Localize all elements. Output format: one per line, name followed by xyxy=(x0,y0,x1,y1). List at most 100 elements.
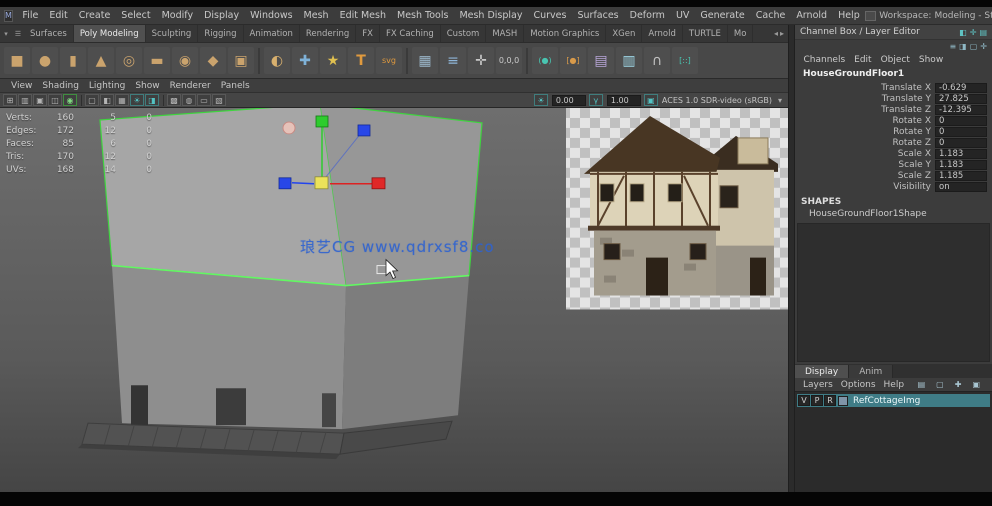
make-live-icon[interactable]: ◉ xyxy=(63,94,77,106)
poly-cone-icon[interactable]: ▲ xyxy=(88,47,114,74)
snap-point-icon[interactable]: ▣ xyxy=(33,94,47,106)
menu-edit[interactable]: Edit xyxy=(44,10,73,21)
menu-edit-mesh[interactable]: Edit Mesh xyxy=(334,10,391,21)
menu-surfaces[interactable]: Surfaces xyxy=(572,10,624,21)
toolbar-caret-icon[interactable]: ▾ xyxy=(775,96,785,105)
poly-cube-icon[interactable]: ■ xyxy=(4,47,30,74)
building-model-lower[interactable] xyxy=(78,266,469,459)
menu-deform[interactable]: Deform xyxy=(624,10,670,21)
layer-display-type-toggle[interactable]: R xyxy=(824,395,836,406)
sphere-project-icon[interactable]: ◐ xyxy=(264,47,290,74)
shape-node-name[interactable]: HouseGroundFloor1Shape xyxy=(795,208,992,221)
menu-file[interactable]: File xyxy=(17,10,44,21)
attr-value-field[interactable]: -0.629 xyxy=(935,83,987,93)
panel-menu-lighting[interactable]: Lighting xyxy=(84,81,130,91)
edit-menu[interactable]: Edit xyxy=(850,55,876,65)
panel-menu-shading[interactable]: Shading xyxy=(37,81,84,91)
poly-plane-icon[interactable]: ▬ xyxy=(144,47,170,74)
shelf-tab-animation[interactable]: Animation xyxy=(244,25,300,42)
panel-menu-view[interactable]: View xyxy=(6,81,37,91)
shelf-tab-sculpting[interactable]: Sculpting xyxy=(146,25,199,42)
channelbox-list-icon[interactable]: ▤ xyxy=(979,28,987,37)
layer-color-swatch[interactable] xyxy=(838,396,848,406)
snap-curve-icon[interactable]: ▥ xyxy=(18,94,32,106)
shelf-menu-caret-icon[interactable]: ▾ xyxy=(0,25,12,42)
menu-arnold[interactable]: Arnold xyxy=(791,10,833,21)
layer-visibility-toggle[interactable]: V xyxy=(798,395,810,406)
channels-menu[interactable]: Channels xyxy=(799,55,850,65)
textured-icon[interactable]: ▦ xyxy=(115,94,129,106)
xray-icon[interactable]: ◍ xyxy=(182,94,196,106)
menu-mesh-tools[interactable]: Mesh Tools xyxy=(392,10,454,21)
tab-display[interactable]: Display xyxy=(795,365,849,378)
attr-value-field[interactable]: -12.395 xyxy=(935,105,987,115)
gamma-icon[interactable]: γ xyxy=(589,94,603,106)
attr-value-field[interactable]: 0 xyxy=(935,138,987,148)
shelf-tab-turtle[interactable]: TURTLE xyxy=(683,25,728,42)
shelf-tab-mo[interactable]: Mo xyxy=(728,25,754,42)
view-transform-label[interactable]: ACES 1.0 SDR-video (sRGB) xyxy=(662,96,772,105)
shelf-tab-xgen[interactable]: XGen xyxy=(606,25,642,42)
wireframe-icon[interactable]: ▢ xyxy=(85,94,99,106)
shelf-tab-motion-graphics[interactable]: Motion Graphics xyxy=(524,25,606,42)
object-menu[interactable]: Object xyxy=(876,55,914,65)
attr-value-field[interactable]: 1.185 xyxy=(935,171,987,181)
new-layer-from-selected-icon[interactable]: ▣ xyxy=(968,380,984,389)
shelf-menu-icon[interactable]: ☰ xyxy=(12,25,24,42)
attr-value-field[interactable]: 1.183 xyxy=(935,160,987,170)
selected-object-name[interactable]: HouseGroundFloor1 xyxy=(795,67,992,81)
poly-cylinder-icon[interactable]: ▮ xyxy=(60,47,86,74)
menu-create[interactable]: Create xyxy=(73,10,116,21)
align-objects-icon[interactable]: ≡ xyxy=(440,47,466,74)
speed-state-icon[interactable]: ≡ xyxy=(949,42,956,51)
manip-icon[interactable]: ✛ xyxy=(980,42,987,51)
layers-menu[interactable]: Layers xyxy=(799,380,837,390)
snap-grid-icon[interactable]: ⊞ xyxy=(3,94,17,106)
menu-mesh[interactable]: Mesh xyxy=(298,10,334,21)
component-brackets-icon[interactable]: [::] xyxy=(672,47,698,74)
lattice-icon[interactable]: ▤ xyxy=(588,47,614,74)
panel-menu-renderer[interactable]: Renderer xyxy=(165,81,216,91)
shadows-icon[interactable]: ◨ xyxy=(145,94,159,106)
measure-icon[interactable]: 0,0,0 xyxy=(496,47,522,74)
attr-value-field[interactable]: 0 xyxy=(935,116,987,126)
view-transform-icon[interactable]: ▣ xyxy=(644,94,658,106)
lighting-icon[interactable]: ☀ xyxy=(130,94,144,106)
menu-select[interactable]: Select xyxy=(116,10,156,21)
layer-row-refcottageimg[interactable]: V P R RefCottageImg xyxy=(797,394,990,407)
isolate-select-icon[interactable]: ▩ xyxy=(167,94,181,106)
shelf-scroll-left-icon[interactable]: ◂ xyxy=(774,29,778,38)
manipulator-y-handle[interactable] xyxy=(316,116,328,127)
shelf-tab-rigging[interactable]: Rigging xyxy=(198,25,243,42)
layer-playback-toggle[interactable]: P xyxy=(811,395,823,406)
poly-torus-icon[interactable]: ◎ xyxy=(116,47,142,74)
workspace-selector[interactable]: Workspace: Modeling - Standard ▾ xyxy=(865,11,992,21)
hyperbolic-icon[interactable]: ◨ xyxy=(959,42,967,51)
channelbox-display-icon[interactable]: ◧ xyxy=(959,28,967,37)
camera-gate-icon[interactable]: ▭ xyxy=(197,94,211,106)
menu-generate[interactable]: Generate xyxy=(695,10,750,21)
snap-together-icon[interactable]: ✛ xyxy=(468,47,494,74)
poly-sphere-icon[interactable]: ● xyxy=(32,47,58,74)
panel-menu-show[interactable]: Show xyxy=(130,81,164,91)
menu-help[interactable]: Help xyxy=(833,10,866,21)
field-chart-icon[interactable]: ▧ xyxy=(212,94,226,106)
empty-layer-icon[interactable]: ▢ xyxy=(932,380,948,389)
attr-value-field[interactable]: 0 xyxy=(935,127,987,137)
building-model-selected[interactable] xyxy=(100,108,482,286)
menu-curves[interactable]: Curves xyxy=(528,10,572,21)
manipulator-z2-handle[interactable] xyxy=(279,178,291,189)
exposure-icon[interactable]: ☀ xyxy=(534,94,548,106)
manipulator-center-handle[interactable] xyxy=(315,177,328,189)
layer-name[interactable]: RefCottageImg xyxy=(849,396,920,406)
show-menu[interactable]: Show xyxy=(914,55,947,65)
menu-display[interactable]: Display xyxy=(199,10,245,21)
attr-value-field[interactable]: 1.183 xyxy=(935,149,987,159)
panel-divider[interactable] xyxy=(788,25,795,492)
viewport-3d-scene[interactable]: Verts:16050 Edges:172120 Faces:8560 Tris… xyxy=(0,108,788,492)
multi-cut-icon[interactable]: [●] xyxy=(560,47,586,74)
tab-anim[interactable]: Anim xyxy=(849,365,893,378)
help-menu[interactable]: Help xyxy=(880,380,909,390)
shelf-tab-mash[interactable]: MASH xyxy=(486,25,524,42)
poly-platonic-icon[interactable]: ◆ xyxy=(200,47,226,74)
